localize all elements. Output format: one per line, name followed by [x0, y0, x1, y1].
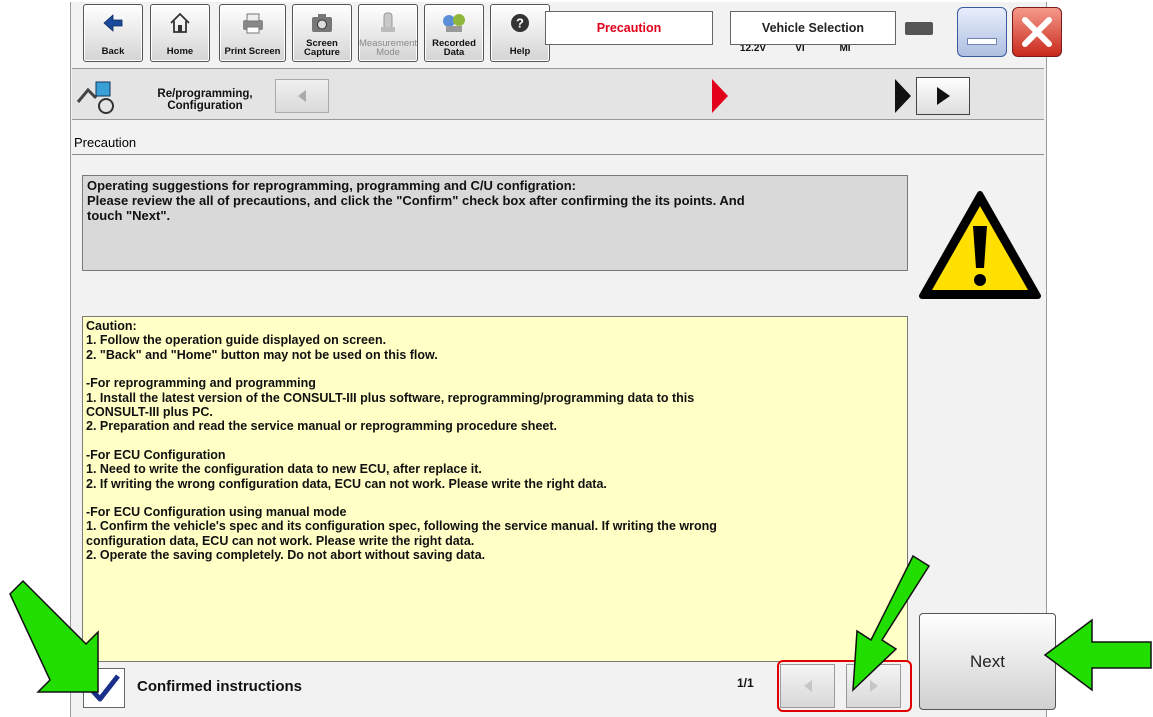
measurement-mode-button[interactable]: Measurement Mode	[358, 4, 418, 62]
battery-icon	[905, 22, 933, 35]
recorded-data-label: Recorded Data	[432, 38, 476, 58]
close-button[interactable]	[1012, 7, 1062, 57]
caution-gap	[86, 362, 904, 376]
step-forward-button[interactable]	[916, 77, 970, 115]
recorded-data-icon	[443, 14, 465, 32]
recorded-data-button[interactable]: Recorded Data	[424, 4, 484, 62]
message-line-3: touch "Next".	[87, 208, 171, 223]
section-divider	[72, 154, 1044, 155]
caution-gap	[86, 491, 904, 505]
caution-line: 1. Need to write the configuration data …	[86, 462, 482, 477]
next-button[interactable]: Next	[919, 613, 1056, 710]
page-indicator: 1/1	[737, 676, 754, 690]
caution-line: 1. Install the latest version of the CON…	[86, 390, 695, 405]
back-arrow-icon	[103, 14, 123, 32]
caution-line: -For ECU Configuration using manual mode	[86, 505, 347, 520]
caution-gap	[86, 434, 904, 448]
print-screen-button[interactable]: Print Screen	[219, 4, 286, 62]
reprogramming-icon	[74, 76, 122, 118]
caution-box: Caution: 1. Follow the operation guide d…	[82, 316, 908, 662]
instructions-box: Operating suggestions for reprogramming,…	[82, 175, 908, 271]
arrow-left-icon	[298, 90, 306, 102]
help-icon: ?	[511, 14, 529, 32]
home-button[interactable]: Home	[150, 4, 210, 62]
step-vehicle-selection-label: Vehicle Selection	[761, 21, 865, 35]
back-button[interactable]: Back	[83, 4, 143, 62]
confirm-checkbox[interactable]	[83, 668, 125, 708]
module-title: Re/programming, Configuration	[157, 88, 253, 112]
screen-capture-button[interactable]: Screen Capture	[292, 4, 352, 62]
caution-line: 1. Confirm the vehicle's spec and its co…	[86, 519, 717, 534]
minimize-button[interactable]	[957, 7, 1007, 57]
help-button[interactable]: ? Help	[490, 4, 550, 62]
step-precaution: Precaution	[545, 11, 713, 45]
camera-icon	[312, 14, 332, 32]
svg-text:?: ?	[516, 16, 524, 31]
caution-line: 2. Operate the saving completely. Do not…	[86, 548, 486, 563]
step-arrow-2	[895, 79, 911, 113]
measurement-mode-label: Measurement Mode	[359, 38, 418, 58]
back-label: Back	[101, 46, 125, 57]
warning-icon	[919, 191, 1041, 299]
caution-line: configuration data, ECU can not work. Pl…	[86, 533, 475, 548]
step-precaution-label: Precaution	[596, 21, 662, 35]
caution-line: 2. If writing the wrong configuration da…	[86, 476, 607, 491]
close-icon	[1022, 17, 1052, 47]
screen-capture-label: Screen Capture	[304, 38, 340, 58]
help-label: Help	[509, 46, 531, 57]
print-screen-label: Print Screen	[224, 46, 281, 57]
caution-line: 2. "Back" and "Home" button may not be u…	[86, 347, 438, 362]
next-label: Next	[970, 651, 1005, 671]
page-buttons-highlight	[777, 660, 912, 712]
caution-line: -For reprogramming and programming	[86, 376, 316, 391]
message-line-2: Please review the all of precautions, an…	[87, 193, 745, 208]
caution-line: 1. Follow the operation guide displayed …	[86, 333, 387, 348]
meter-icon	[381, 12, 395, 32]
confirm-label: Confirmed instructions	[137, 678, 303, 695]
caution-line: -For ECU Configuration	[86, 447, 226, 462]
step-vehicle-selection: Vehicle Selection	[730, 11, 896, 45]
step-arrow-1	[712, 79, 728, 113]
breadcrumb-back-button[interactable]	[275, 79, 329, 113]
printer-icon	[242, 13, 263, 34]
home-icon	[170, 12, 190, 33]
green-arrow-icon	[1043, 618, 1152, 692]
caution-line: CONSULT-III plus PC.	[86, 405, 213, 420]
play-icon	[937, 87, 950, 105]
caution-line: 2. Preparation and read the service manu…	[86, 419, 557, 434]
home-label: Home	[166, 46, 194, 57]
caution-line: Caution:	[86, 319, 137, 333]
checkmark-icon	[88, 674, 120, 702]
section-title: Precaution	[74, 135, 137, 150]
minimize-icon	[967, 38, 997, 45]
message-line-1: Operating suggestions for reprogramming,…	[87, 178, 576, 193]
